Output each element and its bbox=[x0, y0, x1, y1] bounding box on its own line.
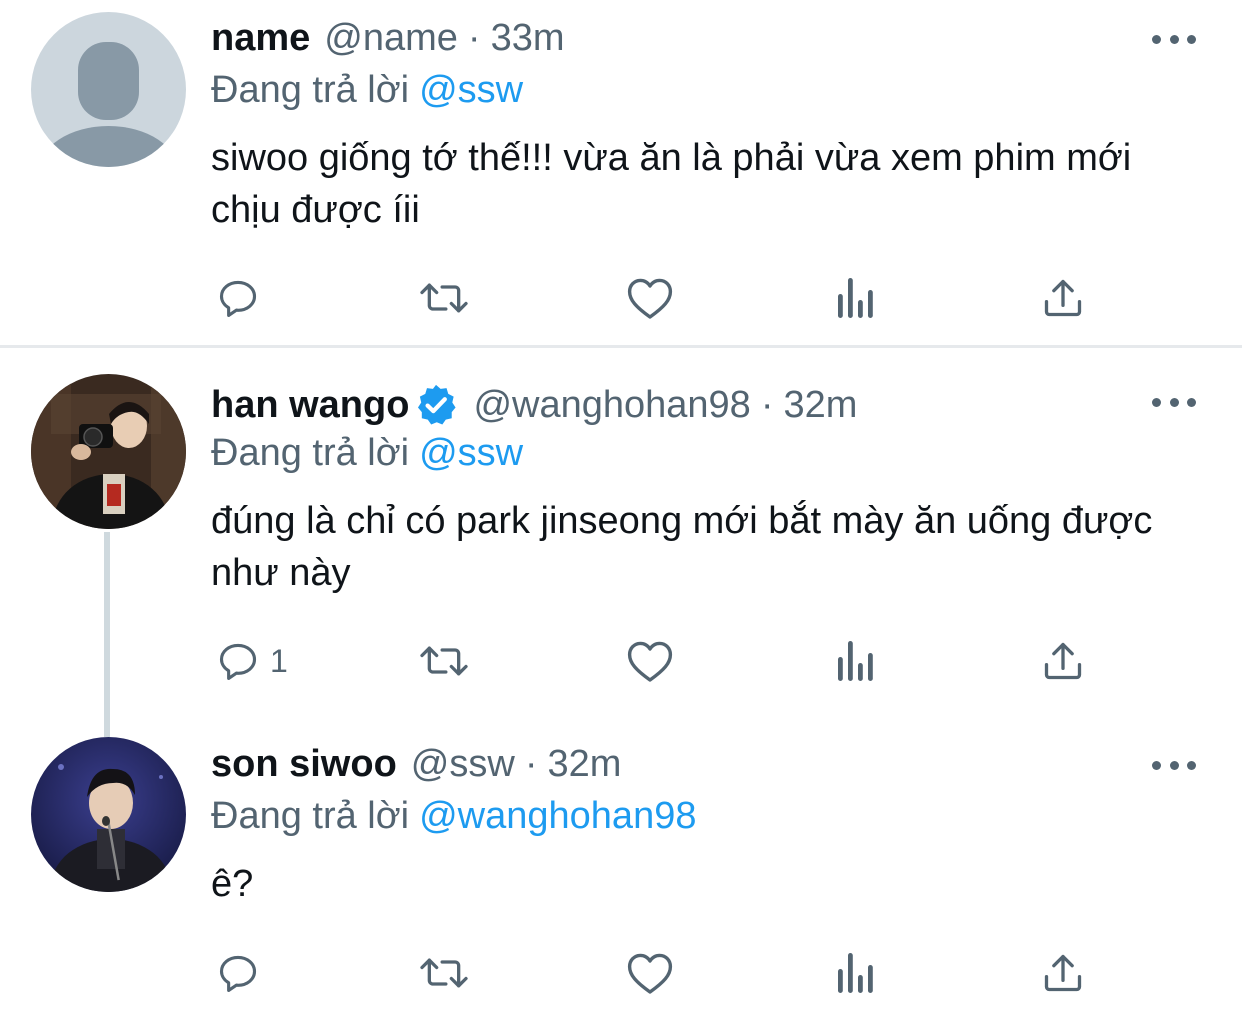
retweet-button[interactable] bbox=[416, 273, 472, 323]
separator-dot: · bbox=[524, 743, 538, 785]
replying-mention[interactable]: @wanghohan98 bbox=[419, 795, 696, 837]
like-button[interactable] bbox=[626, 636, 674, 686]
tweet-3[interactable]: son siwoo @ssw · 32m Đang trả lời @wangho… bbox=[0, 698, 1242, 1022]
avatar[interactable] bbox=[31, 737, 186, 892]
like-button[interactable] bbox=[626, 273, 674, 323]
tweet-text: đúng là chỉ có park jinseong mới bắt mày… bbox=[211, 500, 1153, 594]
user-handle[interactable]: @name bbox=[324, 13, 458, 63]
share-button[interactable] bbox=[1041, 273, 1085, 323]
heart-icon bbox=[627, 953, 673, 994]
share-icon bbox=[1044, 642, 1082, 680]
analytics-button[interactable] bbox=[836, 273, 876, 323]
analytics-icon bbox=[838, 278, 873, 318]
action-bar bbox=[211, 948, 1091, 998]
separator-dot: · bbox=[467, 17, 481, 59]
reply-button[interactable] bbox=[216, 948, 270, 998]
analytics-icon bbox=[838, 641, 873, 681]
reply-icon bbox=[219, 280, 257, 317]
verified-badge-icon bbox=[418, 384, 457, 425]
reply-icon bbox=[219, 955, 257, 992]
retweet-icon bbox=[420, 646, 468, 676]
display-name[interactable]: han wango bbox=[211, 380, 409, 430]
more-icon[interactable] bbox=[1152, 755, 1196, 775]
replying-to: Đang trả lời @wanghohan98 bbox=[211, 791, 696, 841]
default-avatar-icon bbox=[31, 12, 186, 167]
share-button[interactable] bbox=[1041, 948, 1085, 998]
reply-icon bbox=[219, 643, 257, 680]
retweet-button[interactable] bbox=[416, 948, 472, 998]
more-icon[interactable] bbox=[1152, 392, 1196, 412]
separator-dot: · bbox=[760, 384, 774, 426]
analytics-button[interactable] bbox=[836, 948, 876, 998]
share-button[interactable] bbox=[1041, 636, 1085, 686]
stage-photo-avatar-icon bbox=[31, 737, 186, 892]
tweet-1[interactable]: name @name · 33m Đang trả lời @ssw siwoo … bbox=[0, 0, 1242, 345]
retweet-icon bbox=[420, 958, 468, 988]
tweet-2[interactable]: han wango @wanghohan98 · 32m Đang trả lờ… bbox=[0, 348, 1242, 698]
heart-icon bbox=[627, 641, 673, 682]
camera-photo-avatar-icon bbox=[31, 374, 186, 529]
timestamp[interactable]: 32m bbox=[783, 380, 857, 430]
share-icon bbox=[1044, 954, 1082, 992]
user-handle[interactable]: @ssw bbox=[411, 739, 515, 789]
timestamp[interactable]: 33m bbox=[491, 13, 565, 63]
tweet-text: siwoo giống tớ thế!!! vừa ăn là phải vừa… bbox=[211, 137, 1132, 231]
heart-icon bbox=[627, 278, 673, 319]
tweet-header: son siwoo @ssw · 32m bbox=[211, 739, 621, 789]
replying-prefix: Đang trả lời bbox=[211, 69, 410, 111]
analytics-button[interactable] bbox=[836, 636, 876, 686]
avatar[interactable] bbox=[31, 12, 186, 167]
user-handle[interactable]: @wanghohan98 bbox=[473, 380, 750, 430]
action-bar: 1 bbox=[211, 636, 1091, 686]
replying-mention[interactable]: @ssw bbox=[419, 69, 523, 111]
replying-to: Đang trả lời @ssw bbox=[211, 65, 523, 115]
display-name[interactable]: name bbox=[211, 13, 310, 63]
tweet-text: ê? bbox=[211, 863, 254, 905]
analytics-icon bbox=[838, 953, 873, 993]
more-icon[interactable] bbox=[1152, 29, 1196, 49]
replying-prefix: Đang trả lời bbox=[211, 795, 410, 837]
replying-mention[interactable]: @ssw bbox=[419, 432, 523, 474]
action-bar bbox=[211, 273, 1091, 323]
replying-to: Đang trả lời @ssw bbox=[211, 428, 523, 478]
reply-button[interactable]: 1 bbox=[216, 636, 288, 686]
timestamp[interactable]: 32m bbox=[547, 739, 621, 789]
avatar[interactable] bbox=[31, 374, 186, 529]
display-name[interactable]: son siwoo bbox=[211, 739, 397, 789]
replying-prefix: Đang trả lời bbox=[211, 432, 410, 474]
tweet-header: han wango @wanghohan98 · 32m bbox=[211, 380, 857, 430]
reply-button[interactable] bbox=[216, 273, 270, 323]
retweet-button[interactable] bbox=[416, 636, 472, 686]
like-button[interactable] bbox=[626, 948, 674, 998]
reply-count: 1 bbox=[270, 642, 288, 679]
tweet-header: name @name · 33m bbox=[211, 13, 565, 63]
share-icon bbox=[1044, 279, 1082, 317]
retweet-icon bbox=[420, 283, 468, 313]
